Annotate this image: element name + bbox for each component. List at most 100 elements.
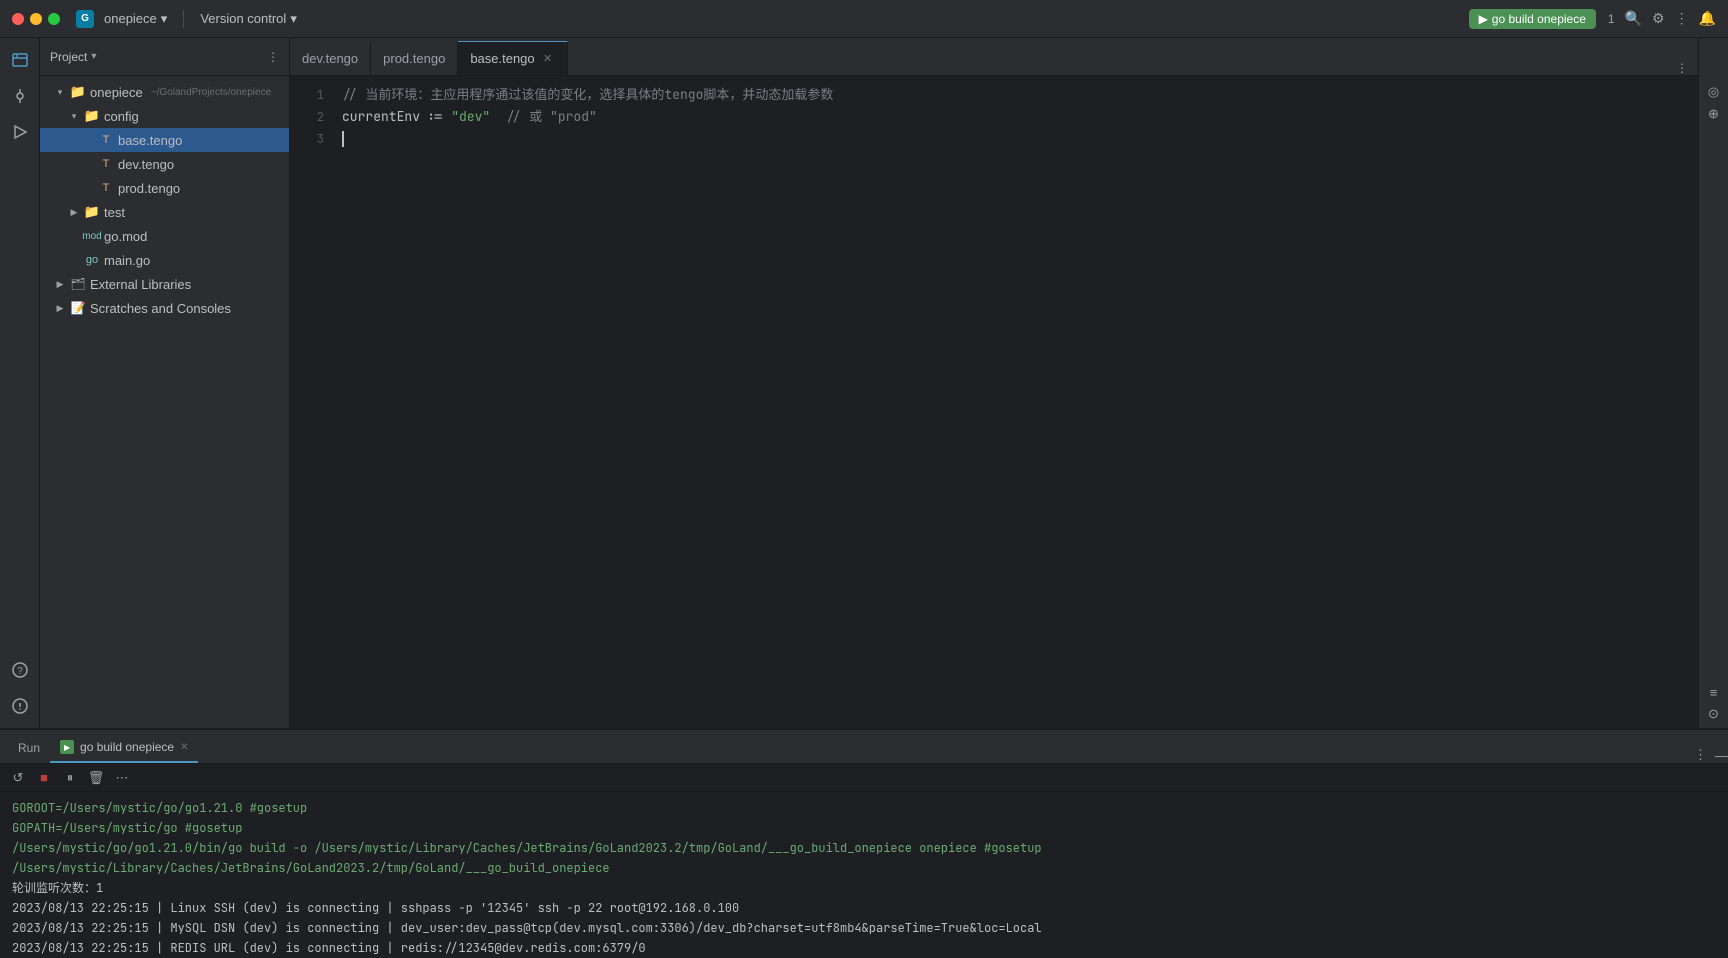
console-line-7: 2023/08/13 22:25:15 | MySQL DSN (dev) is… [12,918,1716,938]
bottom-tab-build[interactable]: ▶ go build onepiece ✕ [50,733,198,763]
code-editor[interactable]: 1 2 3 // 当前环境：主应用程序通过该值的变化，选择具体的tengo脚本，… [290,76,1698,728]
toolbar-pause-icon[interactable]: ⏸ [60,768,80,788]
code-content[interactable]: // 当前环境：主应用程序通过该值的变化，选择具体的tengo脚本，并动态加载参… [330,76,1698,728]
file-icon-dev-tengo: T [98,156,114,172]
right-sidebar-icon-3[interactable]: ≡ [1710,685,1718,700]
sidebar-icons: ? [0,38,40,728]
code-var: currentEnv [342,106,428,128]
toolbar-settings-icon[interactable]: ⋯ [112,768,132,788]
titlebar-right: ▶ go build onepiece 1 🔍 ⚙ ⋮ 🔔 [1469,9,1716,29]
bottom-tab-run[interactable]: Run [8,733,50,763]
tree-item-onepiece[interactable]: ▾ 📁 onepiece ~/GolandProjects/onepiece [40,80,289,104]
project-title-label: Project [50,50,87,64]
right-sidebar: ◎ ⊕ ≡ ⊙ [1698,38,1728,728]
bottom-more-icon[interactable]: ⋮ [1694,747,1707,763]
tree-spacer-dev-tengo [82,158,94,170]
maximize-button[interactable] [48,13,60,25]
code-comment-2: // 或 "prod" [490,106,597,128]
toolbar-stop-icon[interactable]: ■ [34,768,54,788]
search-icon[interactable]: 🔍 [1625,10,1642,27]
project-label: onepiece [104,11,157,26]
file-tree-title: Project ▾ [50,50,96,64]
file-icon-go-mod: mod [84,228,100,244]
editor-tabs-right: ⋮ [1666,61,1698,75]
main-content: ? Project ▾ ⋮ ▾ 📁 onepiece ~/GolandProje… [0,38,1728,728]
icon-external-libs: 🗂 [70,276,86,292]
tree-label-base-tengo: base.tengo [118,133,182,148]
console-output: GOROOT=/Users/mystic/go/go1.21.0 #gosetu… [0,792,1728,958]
tree-spacer-main-go [68,254,80,266]
editor-tabs-more-icon[interactable]: ⋮ [1676,61,1688,75]
settings-icon[interactable]: ⚙ [1652,10,1665,27]
tree-label-prod-tengo: prod.tengo [118,181,180,196]
code-comment-1: // 当前环境：主应用程序通过该值的变化，选择具体的tengo脚本，并动态加载参… [342,84,833,106]
sidebar-bottom-icon-2[interactable] [4,690,36,722]
build-tab-label: go build onepiece [80,740,174,754]
file-icon-base-tengo: T [98,132,114,148]
console-line-4: /Users/mystic/Library/Caches/JetBrains/G… [12,858,1716,878]
file-icon-prod-tengo: T [98,180,114,196]
file-tree-panel: Project ▾ ⋮ ▾ 📁 onepiece ~/GolandProject… [40,38,290,728]
tree-item-prod-tengo[interactable]: T prod.tengo [40,176,289,200]
titlebar-icons: 1 🔍 ⚙ ⋮ 🔔 [1608,10,1716,27]
tree-label-test: test [104,205,125,220]
tree-item-config[interactable]: ▾ 📁 config [40,104,289,128]
project-selector[interactable]: onepiece ▾ [104,11,167,27]
minimize-button[interactable] [30,13,42,25]
tree-item-scratches[interactable]: ▶ 📝 Scratches and Consoles [40,296,289,320]
tree-arrow-external-libs: ▶ [54,278,66,290]
file-icon-main-go: go [84,252,100,268]
tree-item-main-go[interactable]: go main.go [40,248,289,272]
sidebar-project-icon[interactable] [4,44,36,76]
bottom-toolbar: ↺ ■ ⏸ 🗑 ⋯ [0,764,1728,792]
vc-label: Version control [200,11,286,26]
tab-base-tengo[interactable]: base.tengo ✕ [458,41,567,75]
code-line-3 [342,128,1686,150]
right-sidebar-icon-1[interactable]: ◎ [1708,84,1719,100]
sidebar-commit-icon[interactable] [4,80,36,112]
tree-item-dev-tengo[interactable]: T dev.tengo [40,152,289,176]
line-num-3: 3 [296,128,324,150]
console-line-6: 2023/08/13 22:25:15 | Linux SSH (dev) is… [12,898,1716,918]
line-numbers: 1 2 3 [290,76,330,728]
file-tree-more-icon[interactable]: ⋮ [267,50,279,64]
tab-prod-tengo[interactable]: prod.tengo [371,41,458,75]
cursor [342,131,344,147]
folder-icon-config: 📁 [84,108,100,124]
tree-arrow-scratches: ▶ [54,302,66,314]
tab-dev-tengo[interactable]: dev.tengo [290,41,371,75]
tree-arrow-config: ▾ [68,110,80,122]
folder-icon-onepiece: 📁 [70,84,86,100]
toolbar-clear-icon[interactable]: 🗑 [86,768,106,788]
tab-close-base-tengo[interactable]: ✕ [541,52,555,66]
vc-selector[interactable]: Version control ▾ [200,11,297,27]
run-button[interactable]: ▶ go build onepiece [1469,9,1596,29]
close-button[interactable] [12,13,24,25]
sidebar-run-icon[interactable] [4,116,36,148]
code-op: := [428,106,451,128]
file-tree-header: Project ▾ ⋮ [40,38,289,76]
tree-item-external-libs[interactable]: ▶ 🗂 External Libraries [40,272,289,296]
project-dropdown-icon: ▾ [161,11,168,27]
tab-label-prod-tengo: prod.tengo [383,51,445,66]
file-tree-actions: ⋮ [267,50,279,64]
notifications-icon[interactable]: 🔔 [1699,10,1716,27]
sidebar-bottom-icon-1[interactable]: ? [4,654,36,686]
tree-label-onepiece: onepiece [90,85,143,100]
titlebar-divider [183,10,184,28]
bottom-tab-close[interactable]: ✕ [180,742,188,753]
code-line-2: currentEnv := "dev" // 或 "prod" [342,106,1686,128]
toolbar-restart-icon[interactable]: ↺ [8,768,28,788]
bottom-minimize-icon[interactable]: — [1715,748,1728,763]
tree-item-test[interactable]: ▶ 📁 test [40,200,289,224]
right-sidebar-icon-4[interactable]: ⊙ [1708,706,1719,722]
tree-arrow-onepiece: ▾ [54,86,66,98]
run-tab-icon: ▶ [60,740,74,754]
tree-item-base-tengo[interactable]: T base.tengo [40,128,289,152]
tree-item-go-mod[interactable]: mod go.mod [40,224,289,248]
tree-path-onepiece: ~/GolandProjects/onepiece [151,87,271,98]
console-line-1: GOROOT=/Users/mystic/go/go1.21.0 #gosetu… [12,798,1716,818]
right-sidebar-icon-2[interactable]: ⊕ [1708,106,1719,122]
tab-label-dev-tengo: dev.tengo [302,51,358,66]
more-icon[interactable]: ⋮ [1675,10,1689,27]
